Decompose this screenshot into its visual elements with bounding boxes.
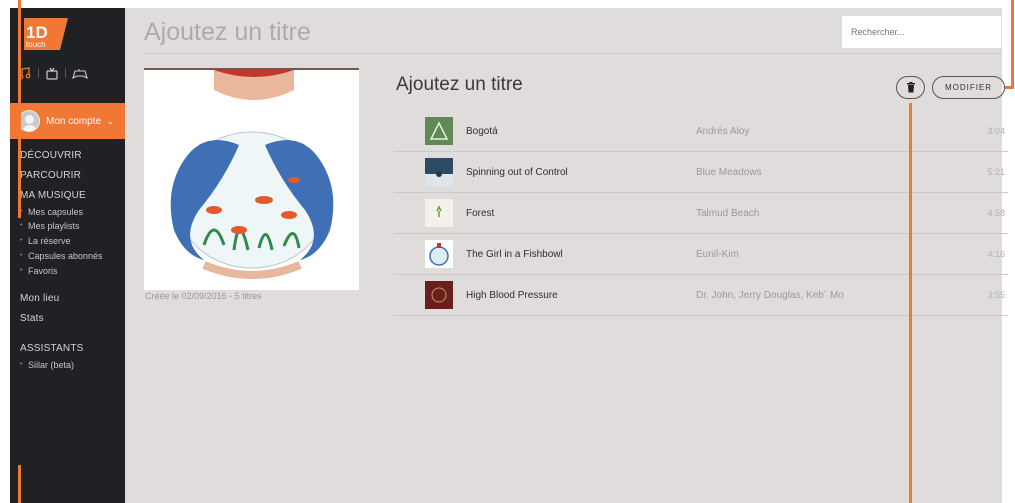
page-title: Ajoutez un titre	[144, 18, 311, 46]
track-row[interactable]: Forest Talmud Beach 4:58	[394, 193, 1008, 234]
logo-subtext: touch	[26, 40, 46, 49]
nav-ma-musique[interactable]: MA MUSIQUE	[20, 190, 86, 201]
track-artist[interactable]: Talmud Beach	[696, 208, 759, 219]
track-artist[interactable]: Blue Meadows	[696, 167, 762, 178]
nav-parcourir[interactable]: PARCOURIR	[20, 170, 81, 181]
fishbowl-illustration	[170, 70, 334, 279]
annotation-line	[18, 0, 21, 218]
track-title: Forest	[466, 207, 495, 219]
track-artist[interactable]: Andrés Aloy	[696, 126, 749, 137]
track-title: High Blood Pressure	[466, 289, 558, 301]
track-artist[interactable]: Dr. John, Jerry Douglas, Keb´ Mo	[696, 290, 844, 301]
gamepad-icon[interactable]	[72, 66, 88, 80]
account-label: Mon compte	[46, 115, 102, 127]
track-title: Bogotá	[466, 125, 498, 137]
playlist-meta: Créée le 02/09/2016 - 5 titres	[145, 291, 262, 301]
nav-siilar[interactable]: Siilar (beta)	[20, 360, 74, 370]
main-content: Ajoutez un titre Créée le 02/09/2016 - 5…	[125, 8, 1008, 503]
track-duration: 3:55	[987, 290, 1005, 300]
track-list: Bogotá Andrés Aloy 3:04 Spinning out of …	[394, 111, 1008, 316]
nav-favoris[interactable]: Favoris	[20, 266, 58, 276]
chevron-down-icon: ⌄	[107, 116, 114, 126]
separator	[38, 68, 39, 78]
nav-capsules-abonnes[interactable]: Capsules abonnés	[20, 251, 103, 261]
track-row[interactable]: Bogotá Andrés Aloy 3:04	[394, 111, 1008, 152]
annotation-line	[18, 465, 21, 503]
album-art-thumbnail	[425, 240, 453, 268]
nav-mes-capsules[interactable]: Mes capsules	[20, 207, 83, 217]
track-duration: 4:58	[987, 208, 1005, 218]
search-input[interactable]	[842, 16, 1001, 48]
app-logo[interactable]: 1D touch	[20, 16, 72, 52]
album-art-thumbnail	[425, 158, 453, 186]
playlist-cover	[144, 68, 359, 290]
modify-button[interactable]: MODIFIER	[932, 76, 1005, 99]
tv-icon[interactable]	[45, 66, 59, 80]
track-title: The Girl in a Fishbowl	[466, 248, 563, 260]
account-menu[interactable]: Mon compte ⌄	[10, 103, 125, 139]
track-row[interactable]: High Blood Pressure Dr. John, Jerry Doug…	[394, 275, 1008, 316]
album-art-thumbnail	[425, 199, 453, 227]
track-artist[interactable]: Eunil-Kim	[696, 249, 739, 260]
nav-stats[interactable]: Stats	[20, 313, 44, 324]
annotation-line	[1005, 86, 1014, 89]
track-duration: 5:21	[987, 167, 1005, 177]
mode-switcher	[18, 66, 88, 80]
annotation-line	[1011, 0, 1014, 88]
track-title: Spinning out of Control	[466, 166, 568, 178]
nav-mes-playlists[interactable]: Mes playlists	[20, 221, 80, 231]
avatar	[18, 110, 40, 132]
sidebar: 1D touch Mon compte ⌄ DÉCOUVRIR PARCOURI…	[10, 8, 125, 503]
separator	[65, 68, 66, 78]
track-row[interactable]: The Girl in a Fishbowl Eunil-Kim 4:16	[394, 234, 1008, 275]
track-row[interactable]: Spinning out of Control Blue Meadows 5:2…	[394, 152, 1008, 193]
nav-la-reserve[interactable]: La réserve	[20, 236, 71, 246]
annotation-line	[909, 103, 912, 503]
album-art-thumbnail	[425, 117, 453, 145]
header-divider	[144, 53, 1002, 54]
track-duration: 3:04	[987, 126, 1005, 136]
delete-button[interactable]	[896, 76, 925, 99]
nav-assistants[interactable]: ASSISTANTS	[20, 343, 84, 354]
track-duration: 4:16	[987, 249, 1005, 259]
nav-decouvrir[interactable]: DÉCOUVRIR	[20, 150, 82, 161]
playlist-title: Ajoutez un titre	[396, 74, 523, 95]
album-art-thumbnail	[425, 281, 453, 309]
nav-mon-lieu[interactable]: Mon lieu	[20, 293, 59, 304]
trash-icon	[906, 82, 915, 93]
